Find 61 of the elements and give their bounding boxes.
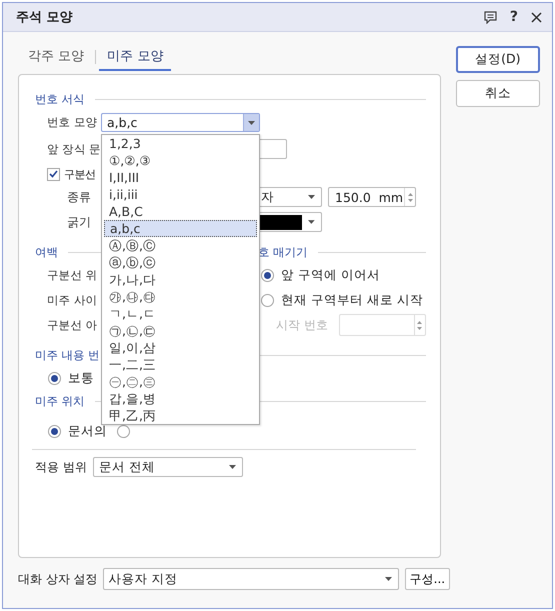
list-option[interactable]: ㊀,㊁,㊂ bbox=[104, 373, 257, 390]
field-label: 굵기 bbox=[66, 214, 92, 230]
section-title: 여백 bbox=[35, 244, 58, 260]
caret-icon bbox=[228, 465, 236, 469]
field-label: 구분선 위 bbox=[46, 268, 98, 282]
field-label: 미주 사이 bbox=[46, 292, 98, 308]
checkbox[interactable]: 구분선 bbox=[47, 166, 96, 182]
dropdown[interactable]: 문서 전체 bbox=[92, 457, 243, 477]
caret-icon bbox=[308, 220, 315, 224]
list-option[interactable]: ㄱ,ㄴ,ㄷ bbox=[104, 305, 257, 322]
list-option[interactable]: ①,②,③ bbox=[104, 152, 257, 169]
list-option[interactable]: I,II,III bbox=[104, 169, 257, 186]
field-label: 시작 번호 bbox=[276, 316, 328, 334]
dialog-button[interactable]: 설정(D) bbox=[456, 46, 540, 73]
field-label: 대화 상자 설정 bbox=[18, 570, 98, 588]
section-title: 번호 서식 bbox=[35, 92, 85, 106]
list-option[interactable]: i,ii,iii bbox=[104, 186, 257, 203]
check-icon bbox=[49, 170, 58, 178]
list-option[interactable]: a,b,c bbox=[104, 220, 257, 237]
tab[interactable]: 미주 모양 bbox=[99, 43, 172, 71]
radio-button[interactable]: 보통 bbox=[48, 370, 94, 386]
list-option[interactable]: 一,二,三 bbox=[104, 356, 257, 373]
section-title: 미주 내용 번 bbox=[35, 348, 101, 362]
caret-icon bbox=[384, 577, 392, 581]
close-icon[interactable] bbox=[531, 12, 542, 22]
list-option[interactable]: ㉠,㉡,㉢ bbox=[104, 322, 257, 339]
field-label: 종류 bbox=[66, 188, 92, 206]
dialog-button[interactable]: 취소 bbox=[456, 80, 540, 107]
dropdown[interactable]: 사용자 지정 bbox=[102, 568, 399, 590]
color-picker[interactable] bbox=[260, 212, 322, 232]
field-label: 구분선 아 bbox=[46, 318, 98, 332]
text-field[interactable] bbox=[260, 139, 287, 159]
field-label: 앞 장식 문 bbox=[46, 142, 101, 156]
list-option[interactable]: 1,2,3 bbox=[104, 135, 257, 152]
list-option[interactable]: 甲,乙,丙 bbox=[104, 407, 257, 424]
section-title: 미주 위치 bbox=[35, 394, 85, 408]
list-option[interactable]: ㉮,㉯,㉰ bbox=[104, 288, 257, 305]
help-button[interactable]: ? bbox=[510, 9, 518, 25]
caret-icon bbox=[308, 195, 315, 199]
list-option[interactable]: ⓐ,ⓑ,ⓒ bbox=[104, 254, 257, 271]
radio-button[interactable]: 앞 구역에 이어서 bbox=[261, 266, 380, 284]
list-option[interactable]: Ⓐ,Ⓑ,Ⓒ bbox=[104, 237, 257, 254]
spinner-icon[interactable] bbox=[408, 192, 412, 202]
list-option[interactable]: 일,이,삼 bbox=[104, 339, 257, 356]
comment-icon[interactable] bbox=[484, 10, 497, 24]
list-option[interactable]: A,B,C bbox=[104, 203, 257, 220]
section-title: 호 매기기 bbox=[258, 244, 308, 260]
caret-icon bbox=[248, 120, 255, 124]
spin-field[interactable]: 150.0 mm bbox=[328, 187, 416, 207]
list-option[interactable]: 가,나,다 bbox=[104, 271, 257, 288]
configure-button[interactable]: 구성... bbox=[404, 568, 450, 590]
window-title: 주석 모양 bbox=[16, 9, 74, 26]
radio-button[interactable]: 현재 구역부터 새로 시작 bbox=[261, 292, 423, 308]
tab[interactable]: 각주 모양 bbox=[20, 43, 92, 71]
dropdown[interactable]: a,b,c bbox=[101, 113, 260, 132]
field-label: 번호 모양 bbox=[46, 115, 98, 130]
radio-button[interactable]: 문서의 bbox=[48, 422, 107, 440]
dropdown[interactable]: 자 bbox=[260, 187, 322, 207]
list-option[interactable]: 갑,을,병 bbox=[104, 390, 257, 407]
color-swatch bbox=[260, 214, 302, 230]
field-label: 적용 범위 bbox=[35, 458, 87, 476]
